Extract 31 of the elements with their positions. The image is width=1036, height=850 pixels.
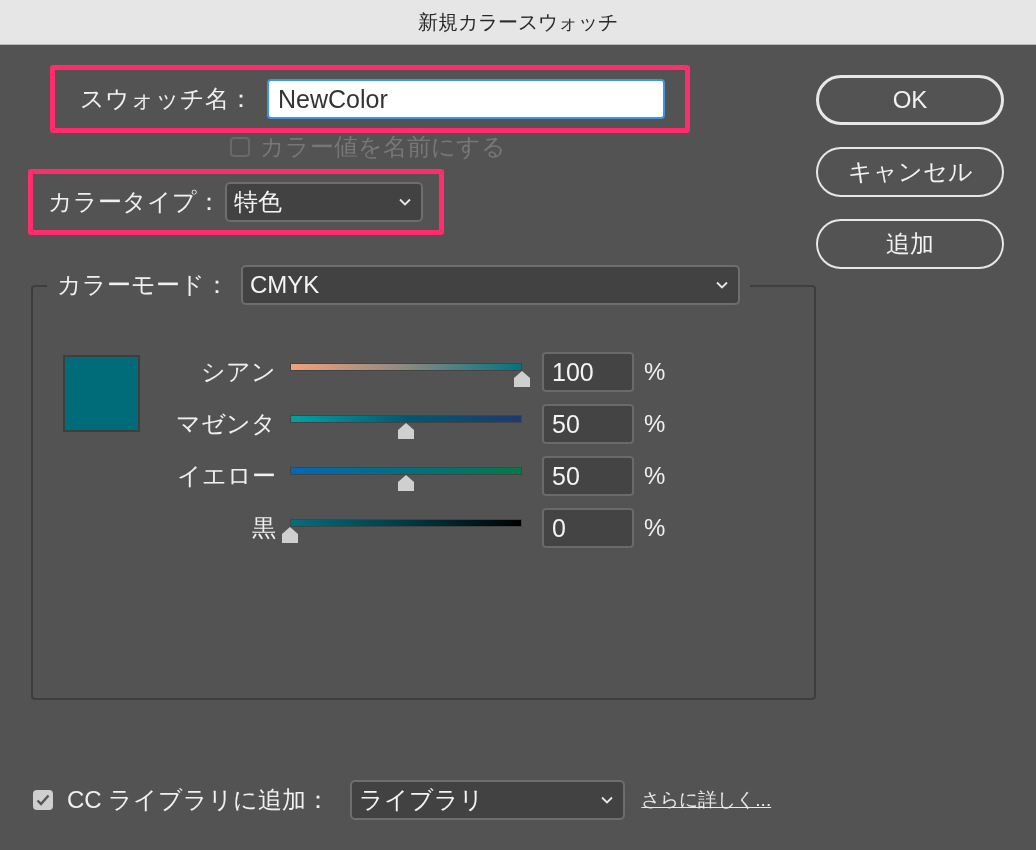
chevron-down-icon <box>601 796 614 804</box>
slider-thumb[interactable] <box>282 527 298 543</box>
dialog-button[interactable]: キャンセル <box>816 147 1004 197</box>
channel-label: 黒 <box>251 513 277 543</box>
chevron-down-icon <box>716 281 728 289</box>
window-title: 新規カラースウォッチ <box>0 0 1036 45</box>
color-type-dropdown[interactable]: 特色 <box>225 182 423 222</box>
checkbox[interactable] <box>33 790 53 810</box>
value-field[interactable]: 50 <box>542 456 634 496</box>
channel-label: マゼンタ <box>175 409 277 439</box>
color-mode-dropdown[interactable]: CMYK <box>241 265 740 305</box>
field-label: スウォッチ名： <box>80 84 253 114</box>
unit-label: % <box>644 462 666 490</box>
field-label: カラーモード： <box>57 270 229 300</box>
dialog-button[interactable]: 追加 <box>816 219 1004 269</box>
checkbox-label: CC ライブラリに追加： <box>67 785 331 815</box>
channel-label: イエロー <box>176 461 277 491</box>
channel-label: シアン <box>200 357 277 387</box>
field-label: カラータイプ： <box>48 187 221 217</box>
swatch-name-field[interactable]: NewColor <box>267 79 665 119</box>
unit-label: % <box>644 514 666 542</box>
chevron-down-icon <box>399 198 411 206</box>
value-field[interactable]: 0 <box>542 508 634 548</box>
slider-thumb[interactable] <box>514 371 530 387</box>
dialog-button[interactable]: OK <box>816 75 1004 125</box>
value-field[interactable]: 100 <box>542 352 634 392</box>
unit-label: % <box>644 410 666 438</box>
unit-label: % <box>644 358 666 386</box>
value-field[interactable]: 50 <box>542 404 634 444</box>
learn-more-link[interactable]: さらに詳しく... <box>641 787 772 813</box>
library-dropdown[interactable]: ライブラリ <box>350 780 626 820</box>
